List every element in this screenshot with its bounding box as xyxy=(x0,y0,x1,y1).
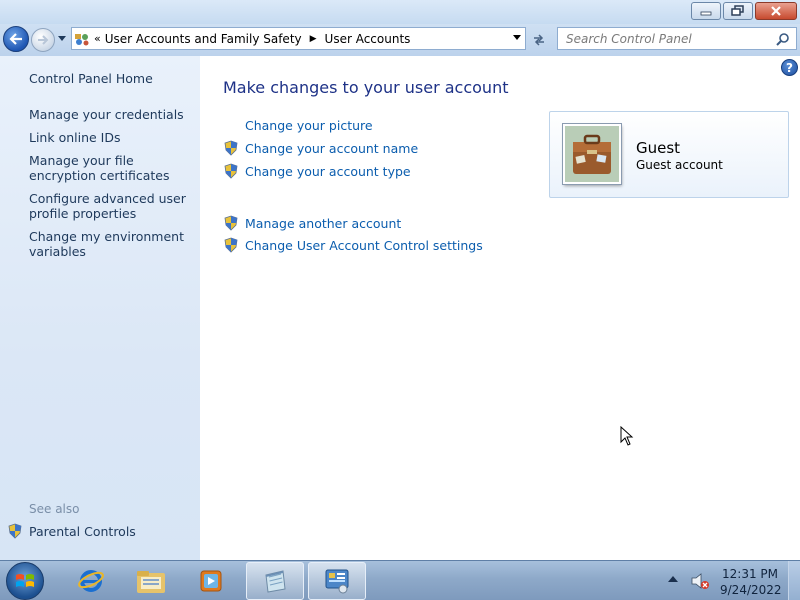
address-bar[interactable]: « User Accounts and Family Safety ▶ User… xyxy=(71,27,526,50)
clock-date: 9/24/2022 xyxy=(720,583,782,597)
clock-time: 12:31 PM xyxy=(722,567,778,581)
breadcrumb-user-accounts[interactable]: User Accounts xyxy=(325,32,411,46)
mouse-cursor-icon xyxy=(620,426,634,446)
breadcrumb-separator-icon[interactable]: ▶ xyxy=(310,34,317,44)
media-player-icon xyxy=(200,570,222,592)
back-arrow-icon xyxy=(9,33,22,45)
taskbar-notepad[interactable] xyxy=(246,562,304,600)
search-box[interactable] xyxy=(557,27,797,50)
sidebar-item-environment-variables[interactable]: Change my environment variables xyxy=(29,229,194,259)
control-panel-icon xyxy=(72,32,92,46)
search-input[interactable] xyxy=(566,31,766,46)
account-name: Guest xyxy=(636,139,681,157)
main-content: ? Make changes to your user account Chan… xyxy=(200,56,800,560)
task-change-account-name[interactable]: Change your account name xyxy=(222,139,418,157)
window-controls xyxy=(691,2,797,20)
sidebar-item-advanced-user-profile[interactable]: Configure advanced user profile properti… xyxy=(29,191,194,221)
internet-explorer-icon xyxy=(78,570,104,592)
task-change-uac-settings[interactable]: Change User Account Control settings xyxy=(222,236,483,254)
forward-button[interactable] xyxy=(31,28,55,52)
sidebar-item-file-encryption-certificates[interactable]: Manage your file encryption certificates xyxy=(29,153,194,183)
uac-shield-icon xyxy=(222,236,240,254)
restore-button[interactable] xyxy=(723,2,753,20)
briefcase-icon xyxy=(565,126,619,182)
minimize-icon xyxy=(700,11,712,16)
task-label[interactable]: Change User Account Control settings xyxy=(245,238,483,253)
address-dropdown-icon[interactable] xyxy=(513,35,521,41)
address-overflow-chevron[interactable]: « xyxy=(94,32,101,45)
account-picture xyxy=(563,124,621,184)
show-desktop-button[interactable] xyxy=(788,561,800,600)
control-panel-home-link[interactable]: Control Panel Home xyxy=(29,71,153,86)
help-button[interactable]: ? xyxy=(781,59,798,76)
refresh-button[interactable] xyxy=(529,30,549,50)
task-label[interactable]: Change your account type xyxy=(245,164,411,179)
task-label[interactable]: Change your account name xyxy=(245,141,418,156)
close-button[interactable] xyxy=(755,2,797,20)
back-button[interactable] xyxy=(3,26,29,52)
sidebar-item-link-online-ids[interactable]: Link online IDs xyxy=(29,130,194,145)
minimize-button[interactable] xyxy=(691,2,721,20)
uac-shield-icon xyxy=(222,139,240,157)
show-hidden-icons-icon[interactable] xyxy=(668,575,678,583)
system-clock[interactable]: 12:31 PM 9/24/2022 xyxy=(720,566,782,598)
windows-logo-icon xyxy=(16,574,34,587)
taskbar-internet-explorer[interactable] xyxy=(62,562,120,600)
start-button[interactable] xyxy=(6,562,44,600)
page-title: Make changes to your user account xyxy=(223,78,509,97)
sidebar-task-links: Manage your credentials Link online IDs … xyxy=(29,107,194,267)
notepad-icon xyxy=(265,570,286,593)
uac-shield-icon xyxy=(222,214,240,232)
close-icon xyxy=(771,6,781,16)
forward-arrow-icon xyxy=(38,35,49,45)
task-change-picture[interactable]: Change your picture xyxy=(222,118,373,133)
see-also-heading: See also xyxy=(29,502,80,516)
taskbar-media-player[interactable] xyxy=(182,562,240,600)
refresh-icon xyxy=(534,34,544,46)
account-type: Guest account xyxy=(636,158,723,172)
navigation-bar: « User Accounts and Family Safety ▶ User… xyxy=(0,24,800,56)
recent-pages-dropdown-icon[interactable] xyxy=(58,36,66,42)
task-manage-another-account[interactable]: Manage another account xyxy=(222,214,401,232)
parental-controls-link[interactable]: Parental Controls xyxy=(8,523,136,539)
task-change-account-type[interactable]: Change your account type xyxy=(222,162,411,180)
volume-muted-icon[interactable] xyxy=(690,572,710,590)
restore-icon xyxy=(731,5,744,16)
sidebar-item-manage-credentials[interactable]: Manage your credentials xyxy=(29,107,194,122)
window-titlebar xyxy=(0,0,800,24)
parental-controls-label: Parental Controls xyxy=(29,523,136,539)
account-card: Guest Guest account xyxy=(549,111,789,198)
uac-shield-icon xyxy=(222,162,240,180)
task-label[interactable]: Change your picture xyxy=(245,118,373,133)
search-icon[interactable] xyxy=(776,32,790,46)
task-label[interactable]: Manage another account xyxy=(245,216,401,231)
left-navigation-pane: Control Panel Home Manage your credentia… xyxy=(0,56,200,560)
shield-icon xyxy=(8,523,22,539)
taskbar: 12:31 PM 9/24/2022 xyxy=(0,560,800,600)
windows-explorer-icon xyxy=(137,571,165,593)
taskbar-windows-explorer[interactable] xyxy=(122,562,180,600)
breadcrumb-user-accounts-family-safety[interactable]: User Accounts and Family Safety xyxy=(105,32,302,46)
control-panel-icon xyxy=(325,569,349,594)
taskbar-control-panel[interactable] xyxy=(308,562,366,600)
